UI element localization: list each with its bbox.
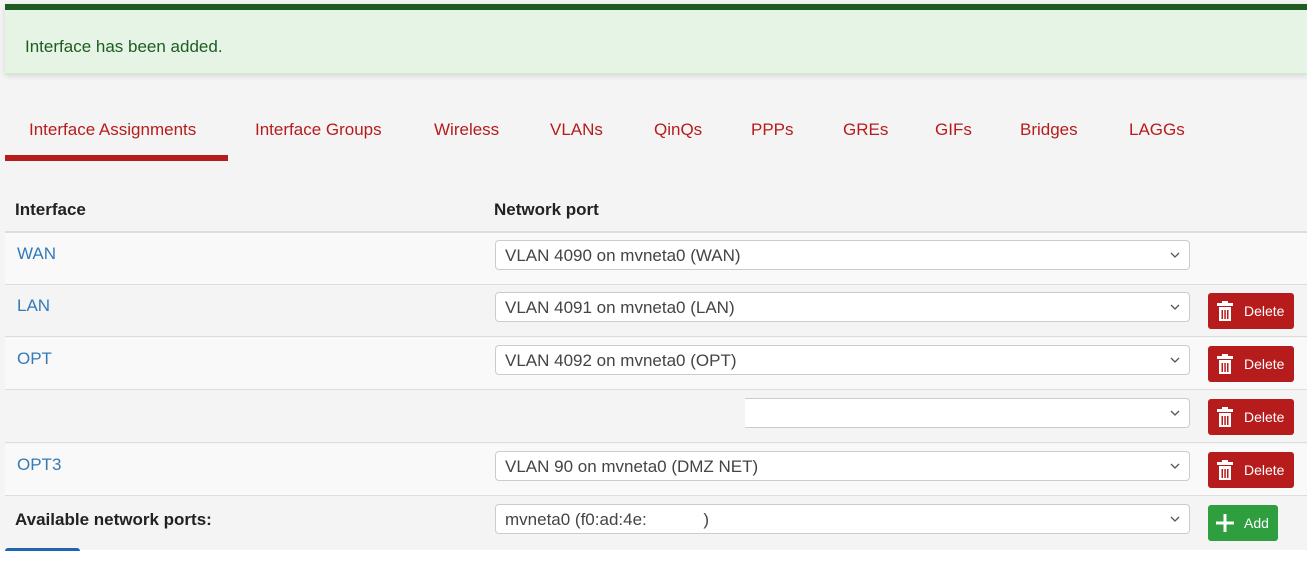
chevron-down-icon <box>1170 357 1180 363</box>
trash-icon <box>1217 354 1233 374</box>
available-port-select[interactable]: mvneta0 (f0:ad:4e: ) <box>495 504 1190 534</box>
save-button-edge[interactable] <box>5 548 80 551</box>
success-alert: Interface has been added. <box>5 4 1307 74</box>
active-tab-indicator <box>5 155 228 161</box>
network-port-select[interactable]: VLAN 90 on mvneta0 (DMZ NET) <box>495 451 1190 481</box>
tab-laggs[interactable]: LAGGs <box>1129 120 1185 140</box>
tab-bridges[interactable]: Bridges <box>1020 120 1078 140</box>
chevron-down-icon <box>1170 463 1180 469</box>
table-row: OPT3 VLAN 90 on mvneta0 (DMZ NET) Delete <box>5 444 1307 496</box>
tab-bar: Interface Assignments Interface Groups W… <box>5 100 1305 162</box>
delete-button[interactable]: Delete <box>1208 399 1294 435</box>
delete-label: Delete <box>1244 356 1285 372</box>
column-header-interface: Interface <box>15 200 86 219</box>
delete-button[interactable]: Delete <box>1208 452 1294 488</box>
available-ports-row: Available network ports: mvneta0 (f0:ad:… <box>5 497 1307 549</box>
add-button[interactable]: Add <box>1208 505 1278 541</box>
chevron-down-icon <box>1170 304 1180 310</box>
interface-link-wan[interactable]: WAN <box>17 244 56 264</box>
network-port-select[interactable]: VLAN 4091 on mvneta0 (LAN) <box>495 292 1190 322</box>
trash-icon <box>1217 301 1233 321</box>
tab-interface-groups[interactable]: Interface Groups <box>255 120 382 140</box>
network-port-select[interactable]: VLAN 4092 on mvneta0 (OPT) <box>495 345 1190 375</box>
chevron-down-icon <box>1170 410 1180 416</box>
tab-interface-assignments[interactable]: Interface Assignments <box>29 120 196 140</box>
delete-label: Delete <box>1244 409 1285 425</box>
delete-button[interactable]: Delete <box>1208 293 1294 329</box>
select-value: VLAN 4090 on mvneta0 (WAN) <box>505 246 741 265</box>
select-value: VLAN 4092 on mvneta0 (OPT) <box>505 351 737 370</box>
tab-gres[interactable]: GREs <box>843 120 888 140</box>
interface-link-opt[interactable]: OPT <box>17 349 52 369</box>
available-ports-label: Available network ports: <box>15 510 212 529</box>
select-value: VLAN 90 on mvneta0 (DMZ NET) <box>505 457 759 476</box>
trash-icon <box>1217 407 1233 427</box>
chevron-down-icon <box>1170 516 1180 522</box>
table-row: LAN VLAN 4091 on mvneta0 (LAN) Delete <box>5 285 1307 337</box>
select-value: mvneta0 (f0:ad:4e: ) <box>505 510 710 529</box>
plus-icon <box>1216 514 1234 532</box>
tab-vlans[interactable]: VLANs <box>550 120 603 140</box>
page-background: Interface has been added. Interface Assi… <box>0 0 1307 551</box>
column-header-network-port: Network port <box>494 200 599 219</box>
tab-qinqs[interactable]: QinQs <box>654 120 702 140</box>
table-row: OPT VLAN 4092 on mvneta0 (OPT) Delete <box>5 338 1307 390</box>
interface-link-lan[interactable]: LAN <box>17 296 50 316</box>
tab-ppps[interactable]: PPPs <box>751 120 794 140</box>
table-row: WAN VLAN 4090 on mvneta0 (WAN) <box>5 233 1307 285</box>
trash-icon <box>1217 460 1233 480</box>
add-label: Add <box>1244 515 1269 531</box>
select-value: VLAN 4091 on mvneta0 (LAN) <box>505 298 735 317</box>
tab-wireless[interactable]: Wireless <box>434 120 499 140</box>
chevron-down-icon <box>1170 252 1180 258</box>
interface-link-opt3[interactable]: OPT3 <box>17 455 61 475</box>
delete-label: Delete <box>1244 462 1285 478</box>
tab-gifs[interactable]: GIFs <box>935 120 972 140</box>
network-port-select[interactable]: VLAN 4090 on mvneta0 (WAN) <box>495 240 1190 270</box>
table-row: Delete <box>5 391 1307 443</box>
network-port-select[interactable] <box>745 398 1190 428</box>
delete-label: Delete <box>1244 303 1285 319</box>
alert-message: Interface has been added. <box>25 37 223 56</box>
delete-button[interactable]: Delete <box>1208 346 1294 382</box>
